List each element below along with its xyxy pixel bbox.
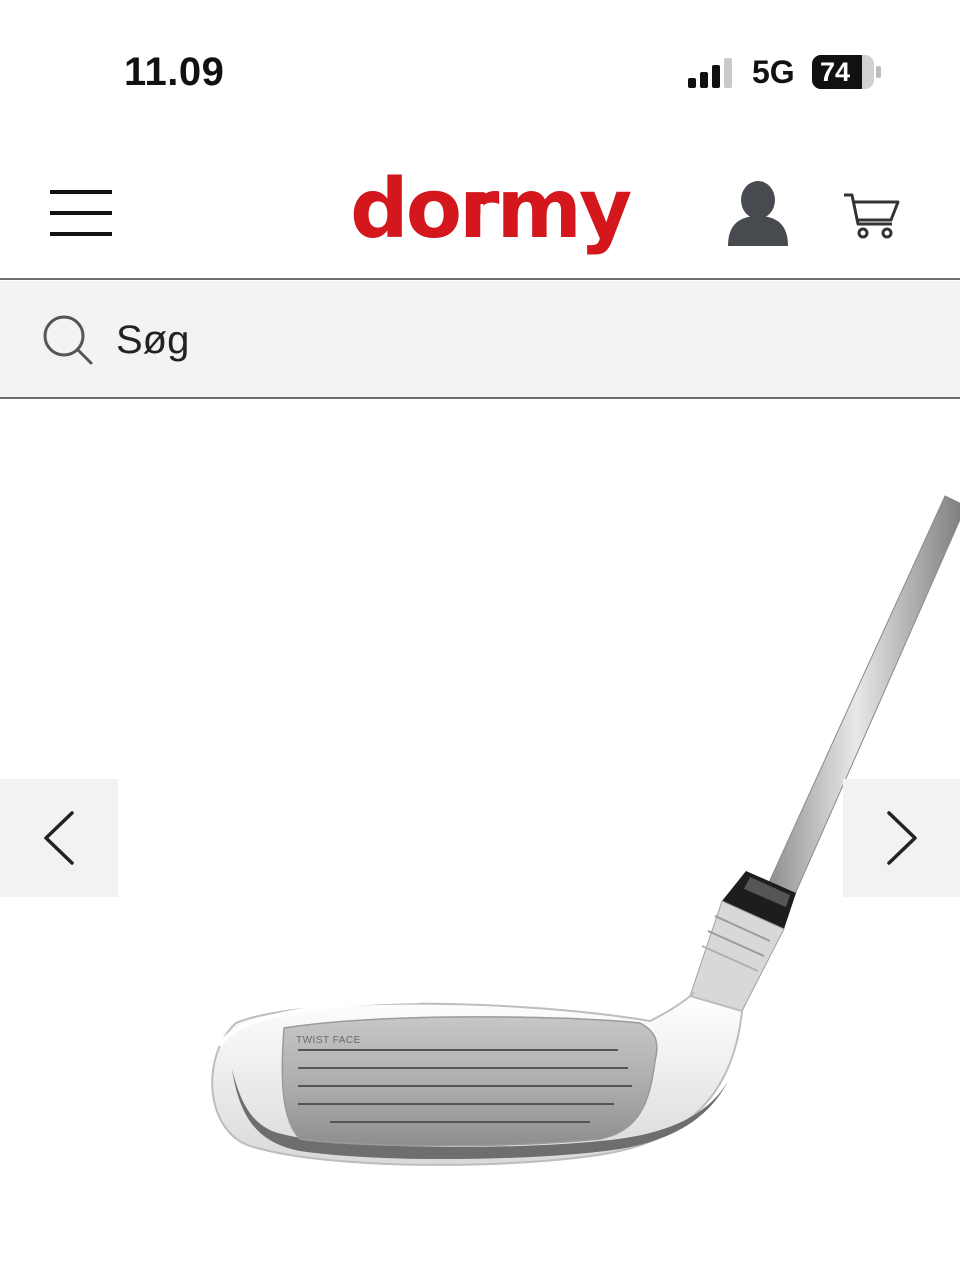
product-gallery[interactable]: TWIST FACE <box>0 401 960 1280</box>
account-button[interactable] <box>726 180 790 246</box>
hamburger-menu-icon <box>50 190 112 194</box>
network-type: 5G <box>752 54 795 90</box>
search-input[interactable] <box>116 308 876 372</box>
previous-image-button[interactable] <box>0 779 118 897</box>
golfer-icon <box>476 192 498 241</box>
chevron-left-icon <box>44 811 74 865</box>
menu-button[interactable] <box>50 190 112 236</box>
logo[interactable]: dormy <box>350 160 632 266</box>
search-icon[interactable] <box>42 314 94 366</box>
site-header: dormy <box>0 140 960 280</box>
menu-line <box>50 232 112 236</box>
product-image: TWIST FACE <box>211 495 960 1166</box>
menu-line <box>50 211 112 215</box>
twist-face-label: TWIST FACE <box>296 1035 361 1046</box>
battery-icon: 74 <box>812 55 884 89</box>
status-time: 11.09 <box>124 50 225 94</box>
cart-button[interactable] <box>842 190 900 240</box>
battery-level: 74 <box>820 57 851 87</box>
chevron-right-icon <box>887 811 917 865</box>
signal-strength-icon <box>688 58 732 88</box>
next-image-button[interactable] <box>843 779 960 897</box>
status-bar: 11.09 5G 74 <box>0 0 960 140</box>
